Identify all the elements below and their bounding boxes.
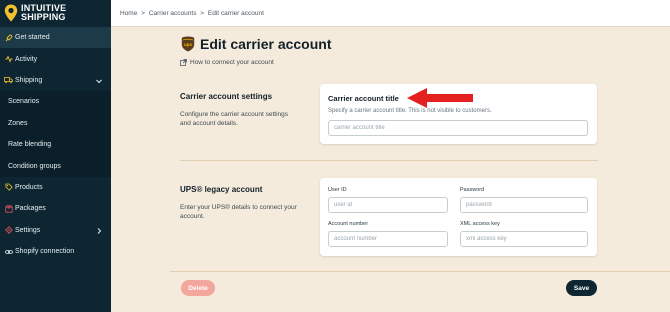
- sidebar-item-label: Settings: [15, 226, 41, 234]
- section-divider: [180, 160, 598, 161]
- ups-credentials-card: User ID Password Account number XML acce…: [320, 178, 597, 256]
- how-to-connect-link[interactable]: How to connect your account: [180, 59, 274, 66]
- link-icon: [4, 247, 13, 256]
- carrier-title-input[interactable]: [328, 120, 588, 136]
- footer-divider: [170, 271, 670, 272]
- sidebar-nav: Get started Activity Shipping Scenarios …: [0, 27, 111, 262]
- ups-section-description: Enter your UPS® details to connect your …: [180, 204, 297, 220]
- sidebar-item-products[interactable]: Products: [0, 177, 111, 198]
- settings-section-title: Carrier account settings: [180, 92, 273, 101]
- breadcrumb: Home > Carrier accounts > Edit carrier a…: [120, 10, 266, 17]
- sidebar-item-label: Shipping: [15, 76, 43, 84]
- password-label: Password: [460, 187, 485, 193]
- sidebar-item-get-started[interactable]: Get started: [0, 27, 111, 49]
- sidebar-item-label: Rate blending: [8, 141, 52, 149]
- top-bar: Home > Carrier accounts > Edit carrier a…: [111, 0, 670, 27]
- location-pin-icon: [4, 4, 18, 22]
- package-icon: [4, 204, 13, 213]
- save-button[interactable]: Save: [566, 280, 597, 296]
- page-header: ups Edit carrier account: [181, 36, 332, 52]
- user-id-label: User ID: [328, 187, 347, 193]
- sidebar-item-shipping[interactable]: Shipping: [0, 70, 111, 91]
- sidebar-item-packages[interactable]: Packages: [0, 198, 111, 219]
- activity-icon: [4, 55, 13, 64]
- breadcrumb-separator: >: [141, 10, 145, 17]
- sidebar-item-scenarios[interactable]: Scenarios: [0, 91, 111, 113]
- sidebar-item-label: Scenarios: [8, 98, 40, 106]
- user-id-input[interactable]: [328, 197, 448, 213]
- sidebar-item-label: Condition groups: [8, 162, 61, 170]
- gear-icon: [4, 226, 13, 235]
- sidebar-item-label: Shopify connection: [15, 248, 75, 256]
- brand-logo[interactable]: INTUITIVE SHIPPING: [4, 4, 66, 22]
- ups-section-title: UPS® legacy account: [180, 185, 263, 194]
- tag-icon: [4, 183, 13, 192]
- settings-section-description: Configure the carrier account settings a…: [180, 111, 289, 127]
- sidebar-item-label: Get started: [15, 34, 50, 42]
- breadcrumb-current: Edit carrier account: [207, 10, 264, 17]
- sidebar-item-label: Products: [15, 183, 43, 191]
- sidebar-item-condition-groups[interactable]: Condition groups: [0, 155, 111, 177]
- breadcrumb-home[interactable]: Home: [120, 10, 137, 17]
- sidebar-item-label: Activity: [15, 55, 38, 63]
- chevron-down-icon: [96, 79, 102, 83]
- breadcrumb-separator: >: [200, 10, 205, 17]
- sidebar-item-activity[interactable]: Activity: [0, 48, 111, 69]
- account-number-label: Account number: [328, 221, 369, 227]
- ups-logo-icon: ups: [181, 36, 195, 52]
- account-number-input[interactable]: [328, 231, 448, 247]
- page-title: Edit carrier account: [200, 36, 332, 52]
- password-input[interactable]: [460, 197, 588, 213]
- sidebar-item-shopify-connection[interactable]: Shopify connection: [0, 241, 111, 262]
- sidebar-item-settings[interactable]: Settings: [0, 220, 111, 241]
- rocket-icon: [4, 33, 13, 42]
- carrier-title-heading: Carrier account title: [328, 94, 399, 103]
- sidebar: INTUITIVE SHIPPING Get started Activity …: [0, 0, 111, 312]
- red-arrow-annotation: [407, 88, 473, 108]
- breadcrumb-carrier-accounts[interactable]: Carrier accounts: [149, 10, 197, 17]
- sidebar-item-label: Packages: [15, 205, 46, 213]
- chevron-right-icon: [97, 227, 102, 234]
- sidebar-item-rate-blending[interactable]: Rate blending: [0, 133, 111, 156]
- how-to-connect-label: How to connect your account: [190, 59, 274, 66]
- truck-icon: [4, 76, 13, 85]
- brand-line2: SHIPPING: [21, 12, 66, 22]
- external-link-icon: [180, 59, 187, 66]
- xml-access-key-label: XML access key: [460, 221, 500, 227]
- svg-text:ups: ups: [184, 42, 192, 47]
- sidebar-item-label: Zones: [8, 119, 28, 127]
- xml-access-key-input[interactable]: [460, 231, 588, 247]
- sidebar-item-zones[interactable]: Zones: [0, 112, 111, 134]
- delete-button[interactable]: Delete: [181, 280, 215, 296]
